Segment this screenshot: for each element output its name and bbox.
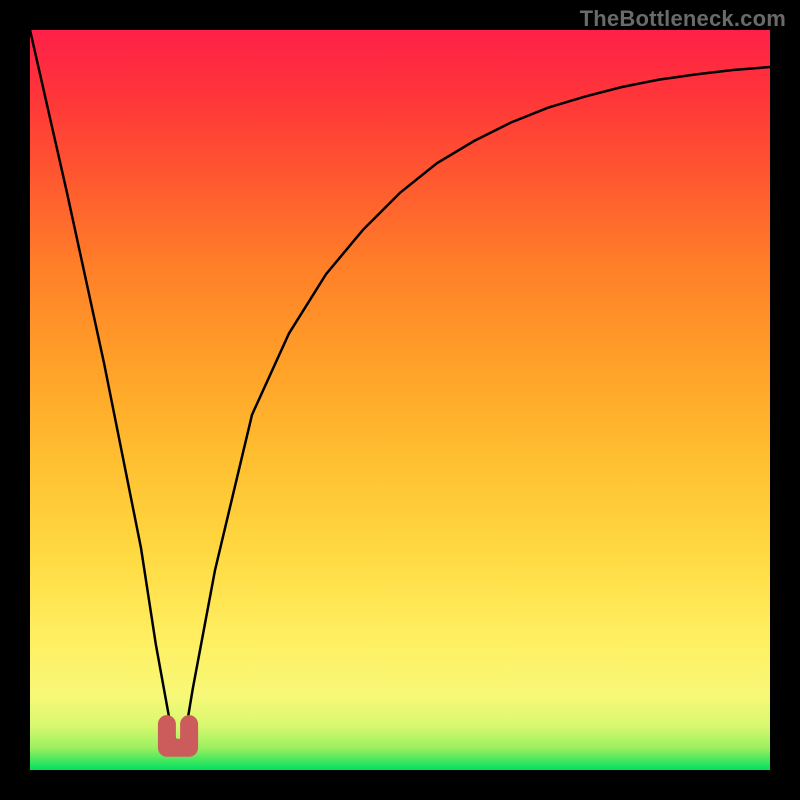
- plot-area: [30, 30, 770, 770]
- chart-frame: TheBottleneck.com: [0, 0, 800, 800]
- curve-svg: [30, 30, 770, 770]
- watermark-text: TheBottleneck.com: [580, 6, 786, 32]
- bottleneck-curve: [30, 30, 770, 748]
- optimal-marker: [167, 724, 189, 748]
